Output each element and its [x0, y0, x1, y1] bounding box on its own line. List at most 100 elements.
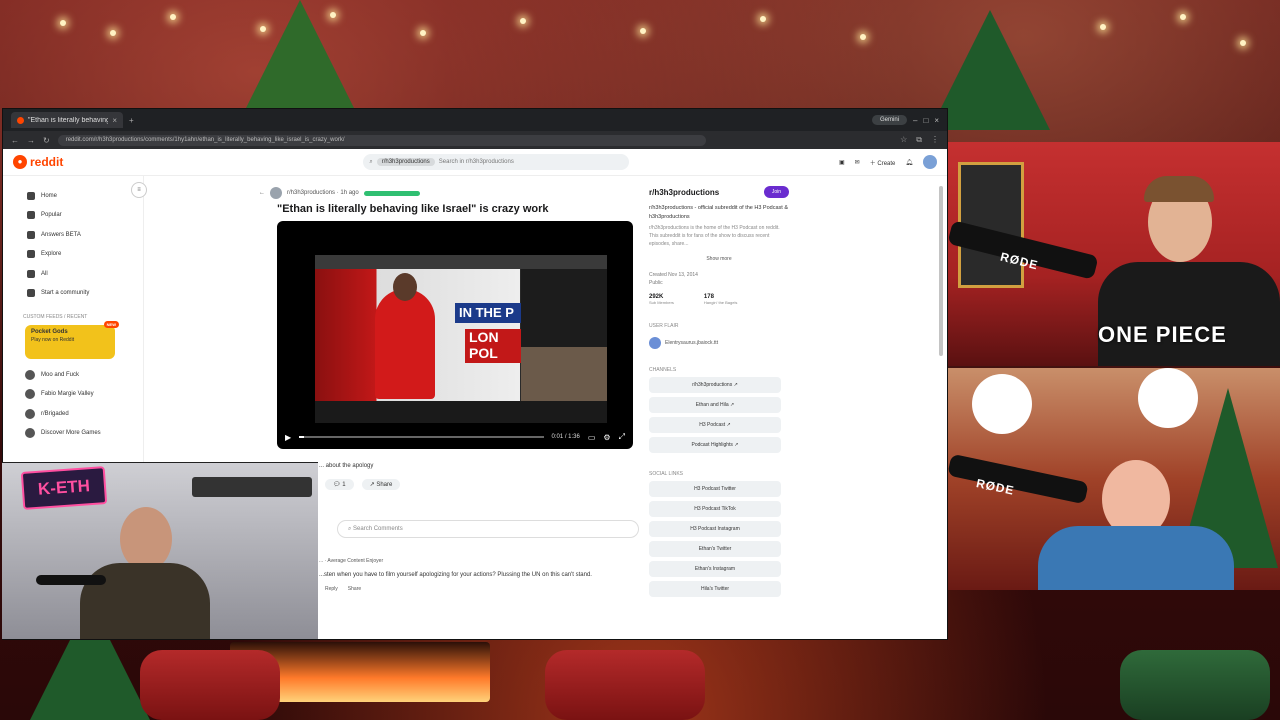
- created-date: Created Nov 13, 2014: [649, 272, 698, 278]
- sidebar-item-label: Explore: [41, 251, 62, 258]
- string-light: [60, 20, 66, 26]
- home-icon: [27, 191, 35, 200]
- community-label: r/Brigaded: [41, 410, 69, 417]
- browser-tab[interactable]: "Ethan is literally behaving like... ×: [11, 112, 123, 128]
- close-tab-icon[interactable]: ×: [112, 116, 117, 125]
- maximize-icon[interactable]: □: [923, 116, 928, 125]
- collapse-sidebar-icon[interactable]: ≡: [131, 182, 147, 198]
- play-icon[interactable]: ▶: [285, 433, 291, 442]
- video-player[interactable]: IN THE P LON POL ▶ 0:01 / 1:36 ▭ ⚙ ⤢: [277, 221, 633, 449]
- video-time: 0:01 / 1:36: [551, 434, 580, 440]
- couch: [140, 650, 280, 720]
- sidebar-item-answers[interactable]: Answers BETA: [3, 225, 143, 245]
- sidebar-item-explore[interactable]: Explore: [3, 245, 143, 265]
- news-anchor-head: [393, 273, 417, 301]
- settings-gear-icon[interactable]: ⚙: [603, 433, 610, 442]
- bookmark-star-icon[interactable]: ☆: [900, 135, 907, 145]
- header-actions: ▣ ✉ ＋ Create 🔔︎: [839, 155, 937, 169]
- reload-icon[interactable]: ↻: [43, 136, 50, 145]
- comment-share-button[interactable]: Share: [348, 586, 361, 592]
- close-window-icon[interactable]: ×: [934, 116, 939, 125]
- game-promo-card[interactable]: NEW Pocket Gods Play now on Reddit: [25, 321, 119, 359]
- channel-link[interactable]: H3 Podcast ↗: [649, 417, 781, 433]
- profile-button[interactable]: Gemini: [872, 115, 908, 125]
- all-icon: [27, 269, 35, 278]
- sidebar-community[interactable]: Discover More Games: [3, 424, 143, 444]
- webcam-host-left: K-ETH: [2, 462, 318, 639]
- user-flair-row[interactable]: Elentrysaurus.jbaiock.ttt: [649, 337, 789, 349]
- channel-link[interactable]: r/h3h3productions ↗: [649, 377, 781, 393]
- share-label: Share: [376, 482, 393, 488]
- social-link[interactable]: H3 Podcast TikTok: [649, 501, 781, 517]
- forward-icon[interactable]: →: [27, 136, 35, 145]
- comment-count: 1: [342, 482, 346, 488]
- url-field[interactable]: reddit.com/r/h3h3productions/comments/1h…: [57, 134, 706, 146]
- couch: [545, 650, 705, 720]
- embedded-screen: IN THE P LON POL: [315, 255, 607, 423]
- sidebar-community[interactable]: r/Brigaded: [3, 404, 143, 424]
- channel-link[interactable]: Podcast Highlights ↗: [649, 437, 781, 453]
- subreddit-avatar[interactable]: [270, 187, 282, 199]
- subreddit-tagline: r/h3h3productions - official subreddit o…: [649, 205, 789, 220]
- post-subreddit[interactable]: r/h3h3productions · 1h ago: [287, 190, 359, 196]
- back-icon[interactable]: ←: [11, 136, 19, 145]
- social-link[interactable]: Ethan's Twitter: [649, 541, 781, 557]
- sidebar-section-label[interactable]: CUSTOM FEEDS / RECENT: [3, 311, 143, 323]
- sidebar-community[interactable]: Moo and Fuck: [3, 365, 143, 385]
- sidebar-community[interactable]: Fabio Margie Valley: [3, 385, 143, 405]
- channel-link[interactable]: Ethan and Hila ↗: [649, 397, 781, 413]
- chat-icon[interactable]: ✉: [855, 159, 860, 166]
- sidebar-item-home[interactable]: Home: [3, 186, 143, 206]
- page-scrollbar[interactable]: [939, 186, 943, 356]
- search-input[interactable]: ⌕ r/h3h3productions Search in r/h3h3prod…: [363, 154, 630, 170]
- captions-icon[interactable]: ▭: [588, 433, 596, 442]
- show-more-button[interactable]: Show more: [649, 256, 789, 262]
- extensions-icon[interactable]: ⧉: [916, 135, 922, 145]
- ad-icon[interactable]: ▣: [839, 159, 845, 166]
- social-link[interactable]: H3 Podcast Twitter: [649, 481, 781, 497]
- fullscreen-icon[interactable]: ⤢: [619, 432, 625, 442]
- string-light: [1180, 14, 1186, 20]
- sidebar-item-popular[interactable]: Popular: [3, 206, 143, 226]
- string-light: [860, 34, 866, 40]
- string-light: [640, 28, 646, 34]
- user-avatar[interactable]: [923, 155, 937, 169]
- embedded-topbar: [315, 255, 607, 269]
- news-chyron: IN THE P: [455, 303, 529, 323]
- community-avatar: [25, 369, 35, 380]
- news-chyron-2: LON POL: [465, 329, 529, 363]
- social-link[interactable]: H3 Podcast Instagram: [649, 521, 781, 537]
- sidebar-item-start-community[interactable]: Start a community: [3, 284, 143, 304]
- reddit-snoo-icon: ●: [13, 155, 27, 169]
- join-button[interactable]: Join: [763, 186, 789, 198]
- host-sweater: [1038, 526, 1234, 590]
- social-links-label: Social Links: [649, 471, 683, 477]
- comment-search-placeholder: Search Comments: [353, 526, 403, 532]
- subreddit-header: r/h3h3productions Join: [649, 186, 789, 198]
- minimize-icon[interactable]: –: [913, 116, 917, 125]
- santa-figurine: [972, 374, 1032, 434]
- menu-dots-icon[interactable]: ⋮: [931, 135, 939, 145]
- social-link[interactable]: Hila's Twitter: [649, 581, 781, 597]
- notifications-icon[interactable]: 🔔︎: [905, 159, 913, 166]
- christmas-tree: [240, 0, 360, 120]
- address-bar: ← → ↻ reddit.com/r/h3h3productions/comme…: [3, 131, 947, 149]
- comments-button[interactable]: 💬︎ 1: [325, 479, 354, 490]
- back-arrow-icon[interactable]: ←: [259, 190, 265, 196]
- reply-button[interactable]: Reply: [325, 586, 338, 592]
- sidebar-item-label: All: [41, 270, 48, 277]
- plus-icon: [27, 289, 35, 298]
- search-scope-chip[interactable]: r/h3h3productions: [376, 158, 435, 166]
- share-button[interactable]: ↗ Share: [361, 479, 401, 490]
- social-link[interactable]: Ethan's Instagram: [649, 561, 781, 577]
- sidebar-item-label: Answers BETA: [41, 231, 81, 238]
- create-button[interactable]: ＋ Create: [870, 158, 896, 167]
- post-title: "Ethan is literally behaving like Israel…: [277, 203, 549, 215]
- popular-icon: [27, 211, 35, 220]
- sidebar-item-all[interactable]: All: [3, 264, 143, 284]
- comment-search-input[interactable]: ⌕ Search Comments: [337, 520, 639, 538]
- video-progress-bar[interactable]: [299, 436, 544, 438]
- create-label: Create: [877, 160, 896, 167]
- new-tab-button[interactable]: +: [129, 116, 134, 125]
- reddit-logo[interactable]: ● reddit: [13, 155, 63, 169]
